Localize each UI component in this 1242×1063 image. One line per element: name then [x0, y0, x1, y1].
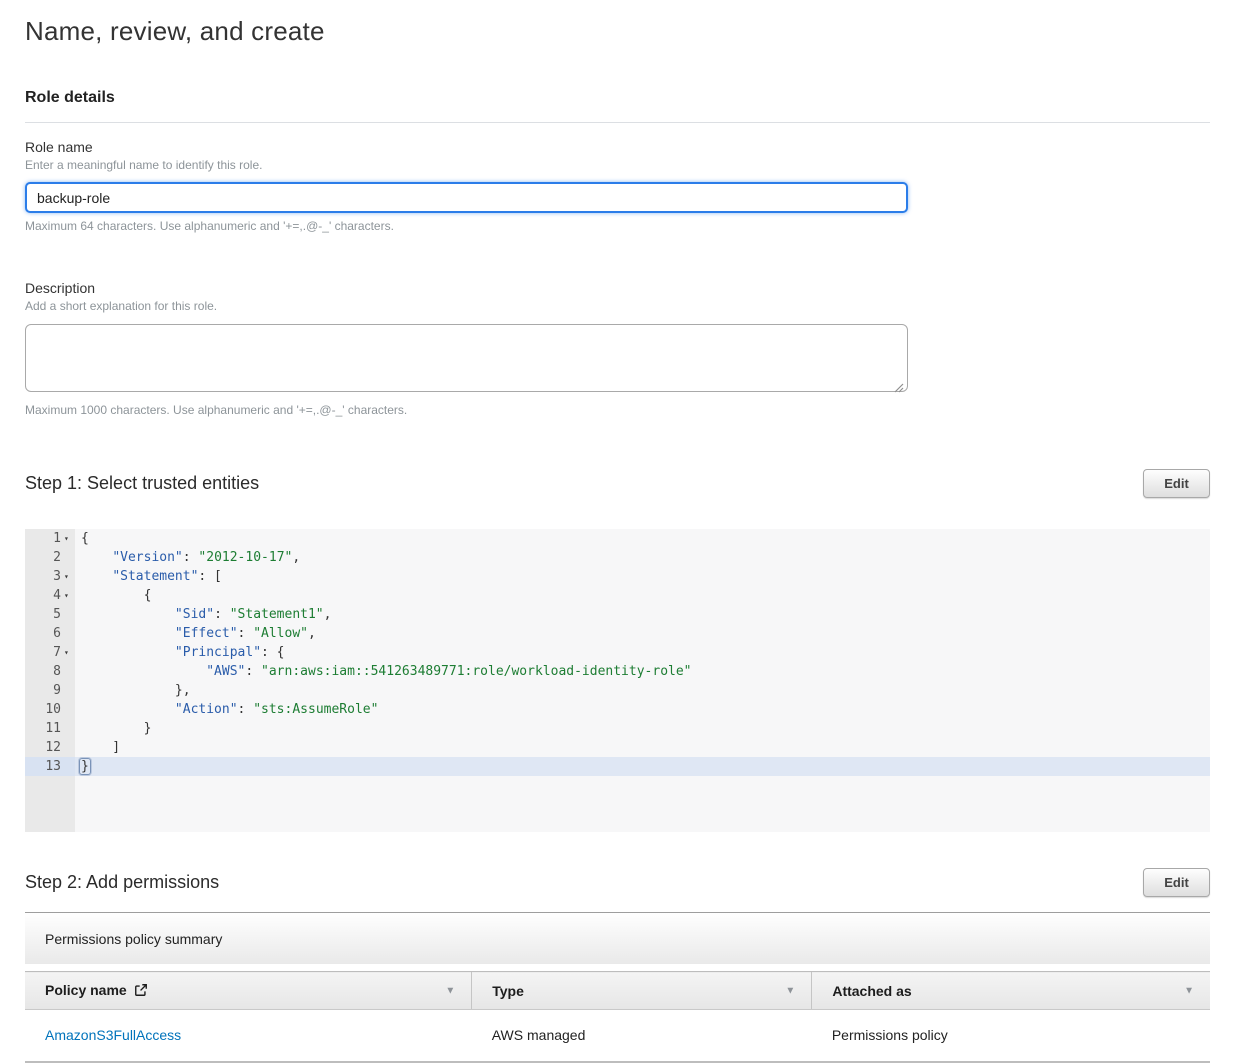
- name-review-create-page: Name, review, and create Role details Ro…: [0, 0, 1242, 1063]
- step1-heading: Step 1: Select trusted entities: [25, 473, 259, 494]
- panel-gap: [25, 964, 1210, 971]
- description-constraint: Maximum 1000 characters. Use alphanumeri…: [25, 403, 1210, 417]
- editor-line[interactable]: 9 },: [25, 681, 1210, 700]
- role-name-input[interactable]: [25, 182, 908, 213]
- permissions-policy-panel: Permissions policy summary Policy name ▼…: [25, 912, 1210, 1063]
- fold-arrow-icon[interactable]: ▾: [61, 529, 75, 548]
- code-text: "Statement": [: [75, 567, 1210, 586]
- code-text: "Version": "2012-10-17",: [75, 548, 1210, 567]
- line-number: 10: [25, 700, 75, 719]
- line-number: 2: [25, 548, 75, 567]
- table-row: AmazonS3FullAccess AWS managed Permissio…: [25, 1010, 1210, 1062]
- role-name-label: Role name: [25, 139, 1210, 155]
- column-label: Attached as: [832, 983, 911, 999]
- editor-line[interactable]: 6 "Effect": "Allow",: [25, 624, 1210, 643]
- sort-icon[interactable]: ▼: [1184, 985, 1194, 996]
- editor-line[interactable]: 1▾{: [25, 529, 1210, 548]
- column-header-type[interactable]: Type ▼: [472, 972, 812, 1010]
- role-name-field: Role name Enter a meaningful name to ide…: [25, 139, 1210, 233]
- line-number: 4▾: [25, 586, 75, 605]
- step1-edit-button[interactable]: Edit: [1143, 469, 1210, 498]
- external-link-icon: [134, 984, 148, 1000]
- sort-icon[interactable]: ▼: [785, 985, 795, 996]
- role-details-section: Role details Role name Enter a meaningfu…: [25, 89, 1210, 417]
- line-number: 6: [25, 624, 75, 643]
- policy-name-cell: AmazonS3FullAccess: [25, 1010, 472, 1062]
- page-title: Name, review, and create: [25, 16, 1210, 47]
- line-number: 3▾: [25, 567, 75, 586]
- code-text: "Action": "sts:AssumeRole": [75, 700, 1210, 719]
- column-label: Policy name: [45, 982, 127, 998]
- editor-line[interactable]: 8 "AWS": "arn:aws:iam::541263489771:role…: [25, 662, 1210, 681]
- permissions-table: Policy name ▼ Type ▼ Attached as ▼: [25, 971, 1210, 1063]
- line-number: 11: [25, 719, 75, 738]
- fold-arrow-icon[interactable]: ▾: [61, 567, 75, 586]
- editor-line[interactable]: 12 ]: [25, 738, 1210, 757]
- editor-line[interactable]: 7▾ "Principal": {: [25, 643, 1210, 662]
- role-name-constraint: Maximum 64 characters. Use alphanumeric …: [25, 219, 1210, 233]
- code-text: {: [75, 586, 1210, 605]
- policy-type-cell: AWS managed: [472, 1010, 812, 1062]
- column-header-policy-name[interactable]: Policy name ▼: [25, 972, 472, 1010]
- line-number: 13: [25, 757, 75, 776]
- description-label: Description: [25, 280, 1210, 296]
- code-text: }: [75, 719, 1210, 738]
- panel-title: Permissions policy summary: [25, 912, 1210, 964]
- description-field: Description Add a short explanation for …: [25, 280, 1210, 417]
- policy-name-link[interactable]: AmazonS3FullAccess: [45, 1027, 181, 1043]
- description-textarea[interactable]: [25, 324, 908, 392]
- editor-line[interactable]: 13}: [25, 757, 1210, 776]
- code-text: ]: [75, 738, 1210, 757]
- role-details-heading: Role details: [25, 89, 1210, 107]
- line-number: 9: [25, 681, 75, 700]
- code-text: },: [75, 681, 1210, 700]
- editor-line[interactable]: 3▾ "Statement": [: [25, 567, 1210, 586]
- step1-section: Step 1: Select trusted entities Edit 1▾{…: [25, 469, 1210, 832]
- section-divider: [25, 122, 1210, 123]
- code-text: {: [75, 529, 1210, 548]
- editor-line[interactable]: 4▾ {: [25, 586, 1210, 605]
- description-hint: Add a short explanation for this role.: [25, 299, 1210, 313]
- column-header-attached-as[interactable]: Attached as ▼: [812, 972, 1210, 1010]
- column-label: Type: [492, 983, 524, 999]
- line-number: 5: [25, 605, 75, 624]
- fold-arrow-icon[interactable]: ▾: [61, 643, 75, 662]
- line-number: 1▾: [25, 529, 75, 548]
- step2-edit-button[interactable]: Edit: [1143, 868, 1210, 897]
- fold-arrow-icon[interactable]: ▾: [61, 586, 75, 605]
- code-text: }: [75, 757, 1210, 776]
- step2-section: Step 2: Add permissions Edit Permissions…: [25, 868, 1210, 1063]
- code-text: "Sid": "Statement1",: [75, 605, 1210, 624]
- sort-icon[interactable]: ▼: [445, 985, 455, 996]
- trust-policy-editor[interactable]: 1▾{2 "Version": "2012-10-17",3▾ "Stateme…: [25, 529, 1210, 832]
- line-number: 12: [25, 738, 75, 757]
- editor-line[interactable]: 2 "Version": "2012-10-17",: [25, 548, 1210, 567]
- resize-handle-icon[interactable]: [893, 380, 904, 391]
- editor-line[interactable]: 11 }: [25, 719, 1210, 738]
- code-text: "AWS": "arn:aws:iam::541263489771:role/w…: [75, 662, 1210, 681]
- editor-line[interactable]: 10 "Action": "sts:AssumeRole": [25, 700, 1210, 719]
- attached-as-cell: Permissions policy: [812, 1010, 1210, 1062]
- editor-line[interactable]: 5 "Sid": "Statement1",: [25, 605, 1210, 624]
- role-name-hint: Enter a meaningful name to identify this…: [25, 158, 1210, 172]
- step2-heading: Step 2: Add permissions: [25, 872, 219, 893]
- code-text: "Principal": {: [75, 643, 1210, 662]
- line-number: 8: [25, 662, 75, 681]
- line-number: 7▾: [25, 643, 75, 662]
- code-text: "Effect": "Allow",: [75, 624, 1210, 643]
- editor-lines: 1▾{2 "Version": "2012-10-17",3▾ "Stateme…: [25, 529, 1210, 776]
